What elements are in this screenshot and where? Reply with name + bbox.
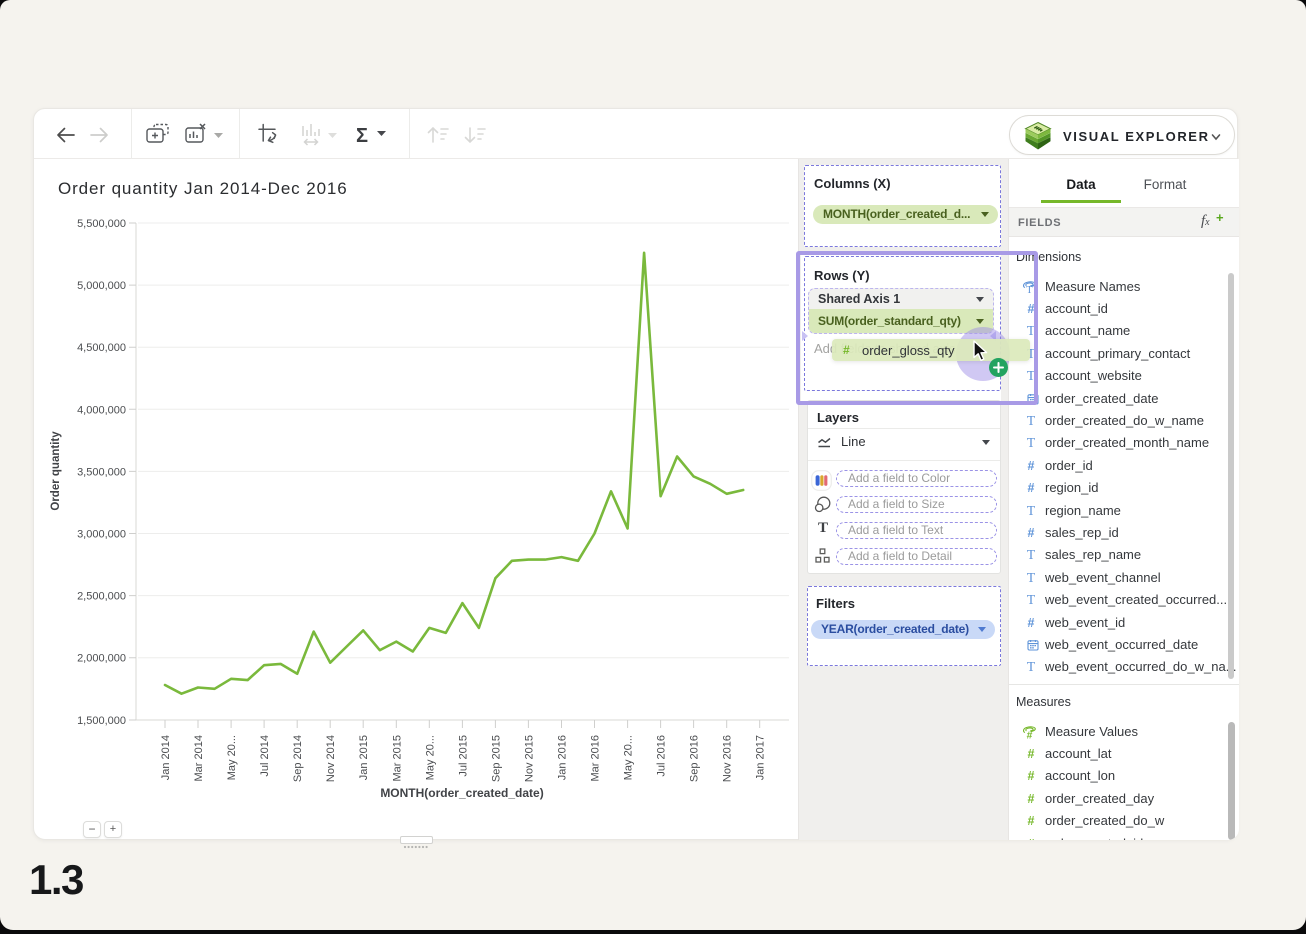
svg-text:4,500,000: 4,500,000 <box>77 342 126 354</box>
svg-text:Nov 2015: Nov 2015 <box>523 735 535 782</box>
svg-text:Jul 2014: Jul 2014 <box>259 735 271 777</box>
svg-text:Nov 2014: Nov 2014 <box>325 735 337 782</box>
svg-text:Σ: Σ <box>356 125 368 147</box>
svg-text:Jan 2014: Jan 2014 <box>160 735 172 780</box>
svg-text:5,000,000: 5,000,000 <box>77 280 126 292</box>
svg-text:Jul 2015: Jul 2015 <box>457 735 469 777</box>
svg-text:4,000,000: 4,000,000 <box>77 404 126 416</box>
svg-text:2,000,000: 2,000,000 <box>77 653 126 665</box>
svg-text:Nov 2016: Nov 2016 <box>722 735 734 782</box>
svg-text:Sep 2016: Sep 2016 <box>689 735 701 782</box>
svg-text:3,000,000: 3,000,000 <box>77 529 126 541</box>
svg-text:Sep 2015: Sep 2015 <box>490 735 502 782</box>
svg-text:May 20...: May 20... <box>424 735 436 780</box>
svg-text:MONTH(order_created_date): MONTH(order_created_date) <box>380 786 543 800</box>
svg-text:Mar 2016: Mar 2016 <box>590 735 602 781</box>
svg-text:Jan 2017: Jan 2017 <box>755 735 767 780</box>
svg-text:3,500,000: 3,500,000 <box>77 466 126 478</box>
svg-text:5,500,000: 5,500,000 <box>77 218 126 230</box>
svg-text:2,500,000: 2,500,000 <box>77 591 126 603</box>
svg-text:Jan 2015: Jan 2015 <box>358 735 370 780</box>
svg-text:#: # <box>1027 730 1033 739</box>
svg-text:Jan 2016: Jan 2016 <box>557 735 569 780</box>
svg-text:1,500,000: 1,500,000 <box>77 715 126 727</box>
svg-text:Sep 2014: Sep 2014 <box>292 735 304 782</box>
svg-text:May 20...: May 20... <box>623 735 635 780</box>
svg-text:Jul 2016: Jul 2016 <box>656 735 668 777</box>
svg-text:Mar 2014: Mar 2014 <box>193 735 205 781</box>
svg-text:Order quantity: Order quantity <box>50 431 62 511</box>
svg-text:May 20...: May 20... <box>226 735 238 780</box>
svg-text:T: T <box>1026 285 1033 295</box>
svg-text:Mar 2015: Mar 2015 <box>391 735 403 781</box>
